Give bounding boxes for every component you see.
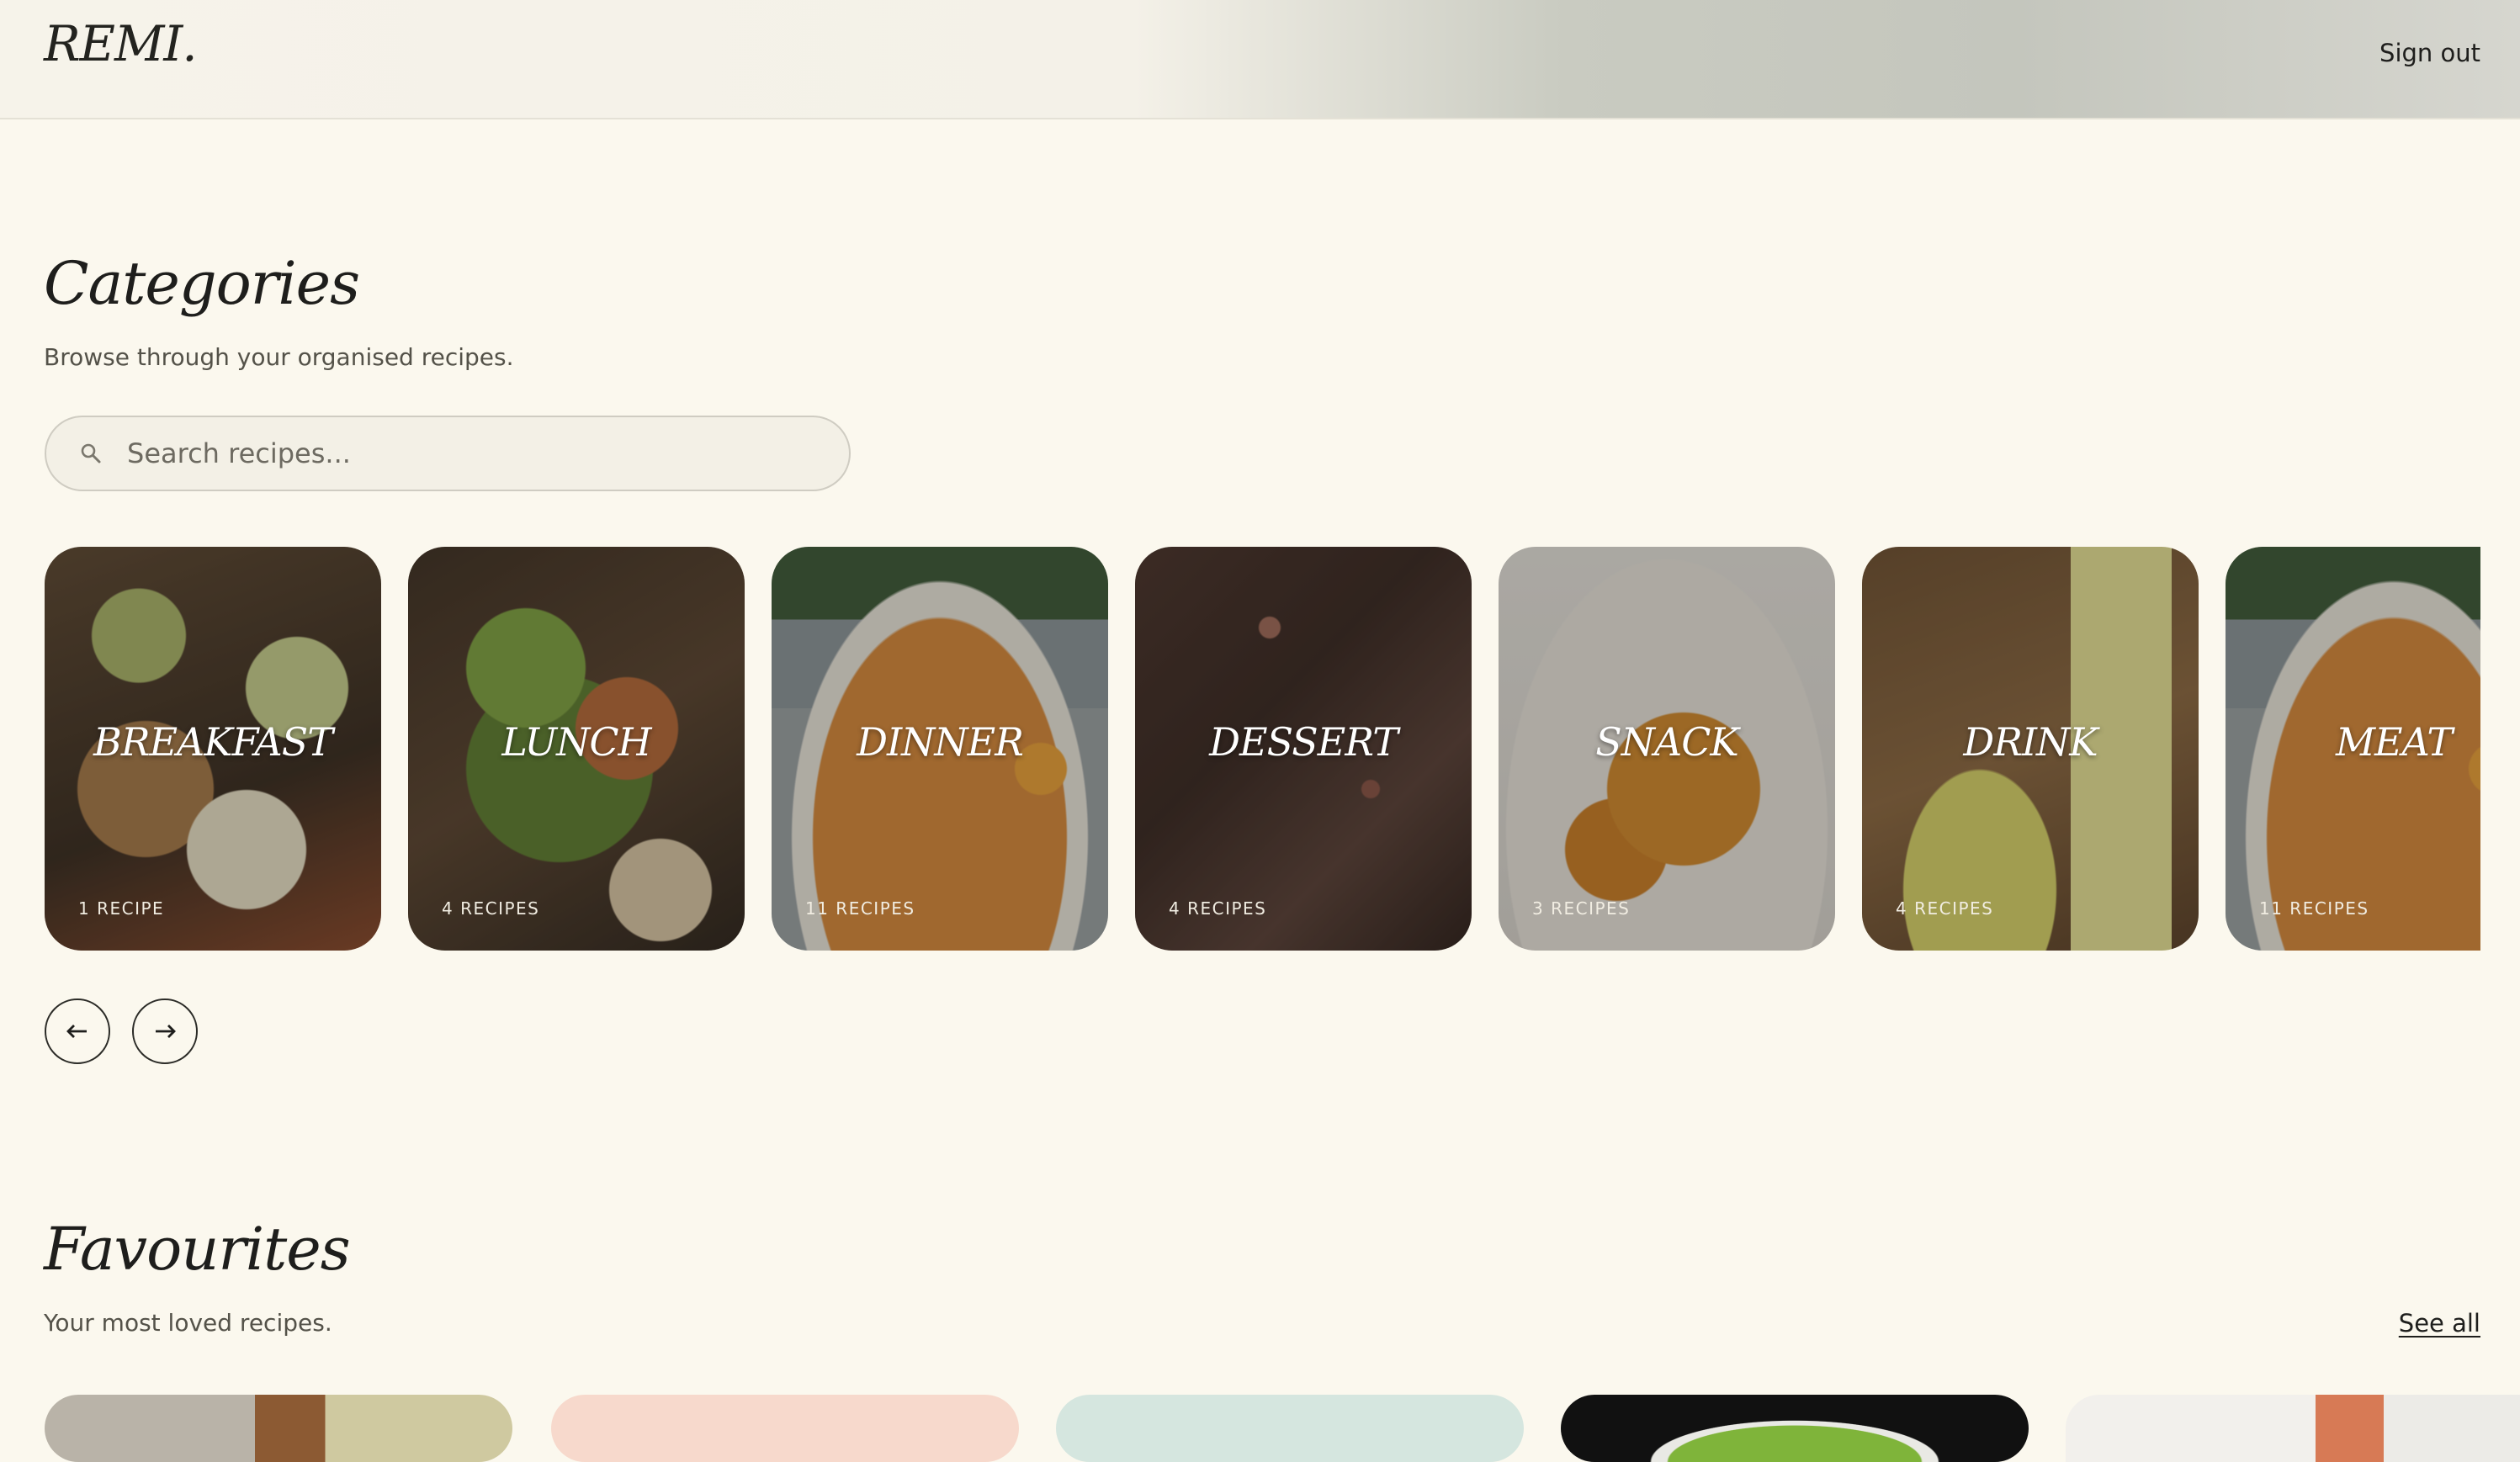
category-count: 1 RECIPE: [78, 898, 165, 919]
category-name: SNACK: [1595, 719, 1739, 765]
category-card-dinner[interactable]: DINNER 11 RECIPES: [772, 547, 1108, 951]
favourite-card[interactable]: [551, 1395, 1019, 1462]
logo[interactable]: REMI.: [44, 15, 198, 72]
favourite-card[interactable]: [1056, 1395, 1524, 1462]
carousel-next-button[interactable]: [132, 999, 198, 1064]
carousel-prev-button[interactable]: [45, 999, 110, 1064]
category-card-lunch[interactable]: LUNCH 4 RECIPES: [408, 547, 745, 951]
category-name: DINNER: [857, 719, 1024, 765]
category-name: DRINK: [1963, 719, 2098, 765]
category-count: 4 RECIPES: [1169, 898, 1267, 919]
category-count: 4 RECIPES: [1896, 898, 1994, 919]
search-icon: [80, 442, 122, 464]
category-count: 4 RECIPES: [442, 898, 540, 919]
category-name: DESSERT: [1209, 719, 1398, 765]
search-bar[interactable]: [45, 416, 851, 491]
favourite-card[interactable]: [2066, 1395, 2520, 1462]
favourite-card[interactable]: [45, 1395, 512, 1462]
search-input[interactable]: [125, 437, 819, 470]
category-name: MEAT: [2335, 719, 2453, 765]
favourites-subtitle: Your most loved recipes.: [44, 1309, 332, 1337]
category-card-dessert[interactable]: DESSERT 4 RECIPES: [1135, 547, 1472, 951]
arrow-left-icon: [66, 1025, 87, 1038]
sign-out-button[interactable]: Sign out: [2379, 39, 2480, 67]
categories-carousel[interactable]: BREAKFAST 1 RECIPE LUNCH 4 RECIPES DINNE…: [45, 547, 2480, 951]
category-card-drink[interactable]: DRINK 4 RECIPES: [1862, 547, 2199, 951]
favourite-card[interactable]: [1561, 1395, 2029, 1462]
categories-subtitle: Browse through your organised recipes.: [44, 343, 514, 371]
top-header: REMI. Sign out: [0, 0, 2520, 119]
arrow-right-icon: [156, 1025, 176, 1038]
category-count: 3 RECIPES: [1532, 898, 1631, 919]
categories-title: Categories: [44, 249, 360, 318]
category-card-snack[interactable]: SNACK 3 RECIPES: [1499, 547, 1835, 951]
category-card-breakfast[interactable]: BREAKFAST 1 RECIPE: [45, 547, 381, 951]
category-name: BREAKFAST: [93, 719, 333, 765]
category-count: 11 RECIPES: [805, 898, 915, 919]
category-card-meat[interactable]: MEAT 11 RECIPES: [2226, 547, 2480, 951]
see-all-link[interactable]: See all: [2399, 1309, 2480, 1338]
category-name: LUNCH: [501, 719, 651, 765]
category-count: 11 RECIPES: [2259, 898, 2369, 919]
favourites-title: Favourites: [44, 1215, 351, 1284]
